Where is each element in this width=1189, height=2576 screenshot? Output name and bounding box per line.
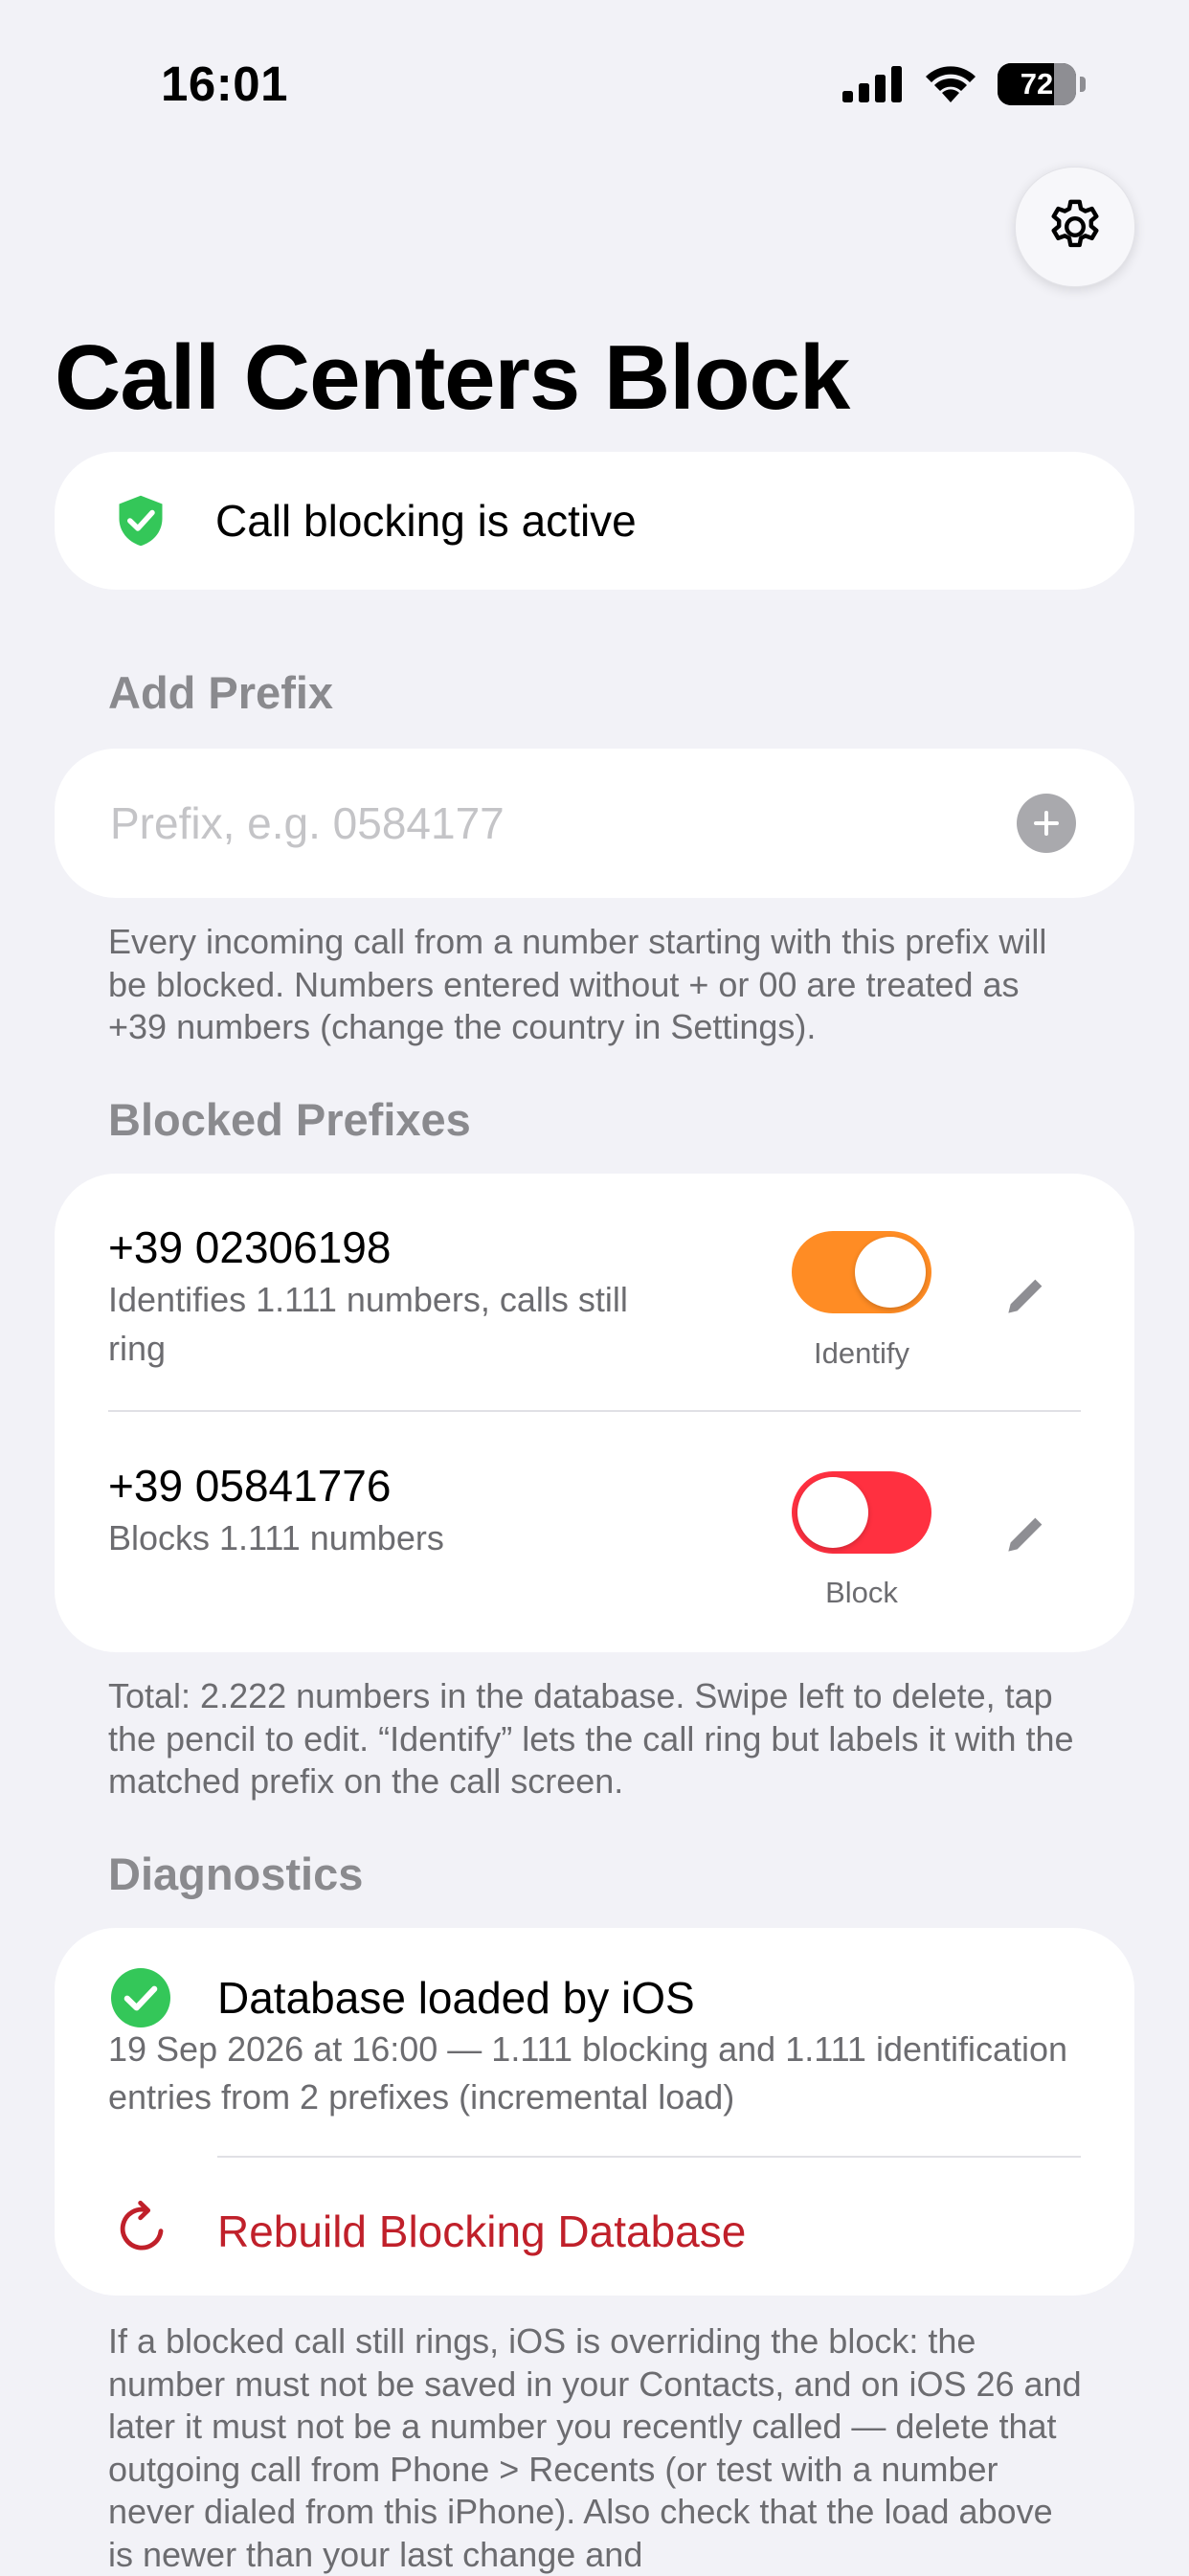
- toggle-mode-label: Identify: [814, 1336, 909, 1370]
- prefix-description: Blocks 1.111 numbers: [108, 1518, 444, 1557]
- plus-icon: [1034, 811, 1059, 836]
- blocked-prefixes-heading: Blocked Prefixes: [108, 1094, 471, 1145]
- prefix-number: +39 02306198: [108, 1222, 392, 1272]
- add-prefix-heading: Add Prefix: [108, 667, 334, 718]
- toggle-mode-label: Block: [825, 1576, 898, 1609]
- rebuild-database-button[interactable]: Rebuild Blocking Database: [55, 2158, 1134, 2296]
- blocked-prefixes-footnote: Total: 2.222 numbers in the database. Sw…: [108, 1676, 1074, 1801]
- diagnostics-heading: Diagnostics: [108, 1848, 364, 1899]
- checkmark-circle-icon: [111, 1968, 170, 2027]
- database-status-title: Database loaded by iOS: [217, 1973, 695, 2023]
- block-toggle[interactable]: [792, 1471, 931, 1554]
- pencil-icon: [1008, 1279, 1043, 1313]
- battery-icon: 72: [998, 63, 1076, 105]
- cellular-signal-icon: [842, 66, 902, 102]
- toggle-knob: [855, 1237, 926, 1308]
- edit-button[interactable]: [993, 1500, 1060, 1567]
- status-icons: 72: [842, 63, 1086, 105]
- settings-button[interactable]: [1015, 167, 1135, 287]
- battery-level: 72: [1020, 67, 1054, 101]
- blocking-status-card: Call blocking is active: [55, 452, 1134, 590]
- list-item[interactable]: +39 05841776 Blocks 1.111 numbers Block: [55, 1412, 1134, 1652]
- prefix-input[interactable]: [108, 796, 974, 850]
- database-status-detail: 19 Sep 2026 at 16:00 — 1.111 blocking an…: [108, 2029, 1068, 2117]
- prefix-number: +39 05841776: [108, 1461, 392, 1511]
- wifi-icon: [926, 66, 976, 102]
- status-time: 16:01: [161, 56, 288, 111]
- blocking-status-text: Call blocking is active: [215, 496, 637, 546]
- edit-button[interactable]: [993, 1262, 1060, 1329]
- refresh-icon: [120, 2200, 164, 2251]
- prefix-description: Identifies 1.111 numbers, calls still ri…: [108, 1280, 628, 1368]
- diagnostics-card: Database loaded by iOS 19 Sep 2026 at 16…: [55, 1928, 1134, 2296]
- rebuild-database-label: Rebuild Blocking Database: [217, 2206, 747, 2256]
- page-title: Call Centers Block: [55, 326, 850, 429]
- add-prefix-card: [55, 749, 1134, 898]
- add-prefix-button[interactable]: [1017, 794, 1076, 853]
- diagnostics-footnote: If a blocked call still rings, iOS is ov…: [108, 2321, 1082, 2574]
- identify-toggle[interactable]: [792, 1231, 931, 1313]
- blocked-prefixes-list: +39 02306198 Identifies 1.111 numbers, c…: [55, 1174, 1134, 1652]
- toggle-knob: [797, 1477, 868, 1548]
- list-item[interactable]: +39 02306198 Identifies 1.111 numbers, c…: [55, 1174, 1134, 1411]
- battery-tip: [1080, 77, 1086, 92]
- pencil-icon: [1008, 1517, 1043, 1552]
- add-prefix-footnote: Every incoming call from a number starti…: [108, 922, 1047, 1046]
- shield-check-icon: [119, 495, 163, 547]
- gear-icon: [1051, 199, 1099, 248]
